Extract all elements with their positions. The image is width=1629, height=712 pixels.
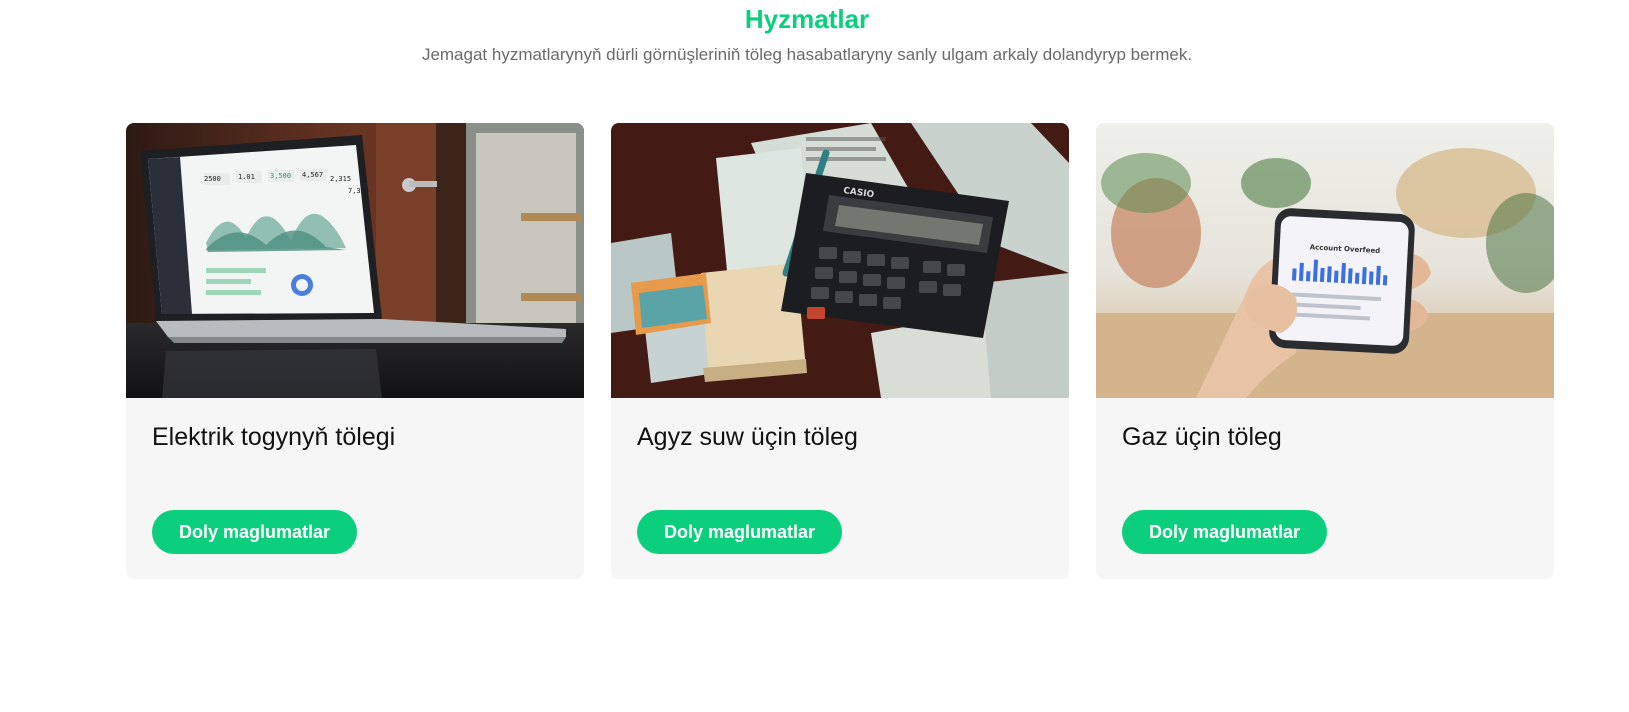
service-card-gas: Account Overfeed Gaz üçin töleg Doly mag… xyxy=(1096,123,1554,579)
details-button-electricity[interactable]: Doly maglumatlar xyxy=(152,510,358,554)
laptop-stat-4: 4,567 xyxy=(302,171,323,179)
service-cards: 2500 1.01 3,500 4,567 2,315 7,325 Elektr… xyxy=(126,123,1554,579)
section-title: Hyzmatlar xyxy=(744,4,870,34)
card-title: Gaz üçin töleg xyxy=(1122,423,1282,451)
calculator-receipts-image: CASIO xyxy=(611,123,1069,398)
laptop-stat-3: 3,500 xyxy=(270,172,291,180)
laptop-stat-2: 1.01 xyxy=(238,173,255,181)
laptop-stat-1: 2500 xyxy=(204,175,221,183)
service-card-water: CASIO Agyz suw üçin töleg Doly maglumatl… xyxy=(611,123,1069,579)
card-title: Agyz suw üçin töleg xyxy=(637,423,858,451)
laptop-stat-5: 2,315 xyxy=(330,175,351,183)
laptop-dashboard-image: 2500 1.01 3,500 4,567 2,315 7,325 xyxy=(126,123,584,398)
card-title: Elektrik togynyň tölegi xyxy=(152,423,396,451)
laptop-stat-6: 7,325 xyxy=(348,187,369,195)
services-section: Hyzmatlar Jemagat hyzmatlarynyň dürli gö… xyxy=(0,0,1629,712)
phone-in-hand-image: Account Overfeed xyxy=(1096,123,1554,398)
details-button-gas[interactable]: Doly maglumatlar xyxy=(1122,510,1328,554)
details-button-water[interactable]: Doly maglumatlar xyxy=(637,510,843,554)
service-card-electricity: 2500 1.01 3,500 4,567 2,315 7,325 Elektr… xyxy=(126,123,584,579)
section-subtitle: Jemagat hyzmatlarynyň dürli görnüşlerini… xyxy=(421,45,1193,64)
